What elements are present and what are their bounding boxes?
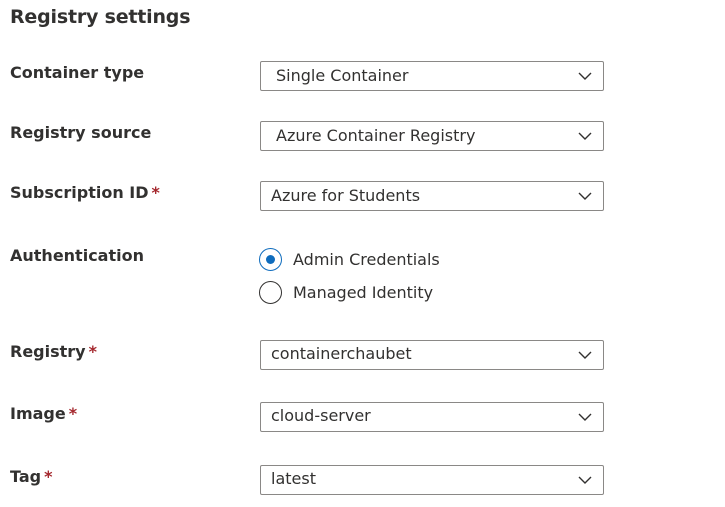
image-value: cloud-server [271,406,371,425]
image-label-text: Image [10,404,66,423]
registry-source-value: Azure Container Registry [276,126,476,145]
required-marker: * [44,467,53,486]
container-type-value: Single Container [276,66,409,85]
registry-source-label-text: Registry source [10,123,152,142]
container-type-label: Container type [10,63,144,82]
admin-credentials-label: Admin Credentials [293,250,440,269]
registry-source-dropdown[interactable]: Azure Container Registry [260,121,604,151]
required-marker: * [68,404,78,423]
registry-dropdown[interactable]: containerchaubet [260,340,604,370]
managed-identity-label: Managed Identity [293,283,434,302]
radio-checked-icon[interactable] [259,248,282,271]
image-label: Image * [10,404,77,423]
image-dropdown[interactable]: cloud-server [260,402,604,432]
chevron-down-icon [578,192,592,200]
chevron-down-icon [578,351,592,359]
tag-dropdown[interactable]: latest [260,465,604,495]
registry-source-label: Registry source [10,123,151,142]
authentication-label: Authentication [10,246,144,265]
section-title: Registry settings [10,6,191,28]
chevron-down-icon [578,413,592,421]
tag-value: latest [271,469,316,488]
chevron-down-icon [578,476,592,484]
required-marker: * [151,183,160,202]
registry-label: Registry * [10,342,97,361]
required-marker: * [88,342,97,361]
chevron-down-icon [578,132,592,140]
tag-label: Tag * [10,467,52,486]
auth-option-managed-identity[interactable]: Managed Identity [259,281,459,307]
auth-option-admin-credentials[interactable]: Admin Credentials [259,248,459,274]
container-type-dropdown[interactable]: Single Container [260,61,604,91]
registry-value: containerchaubet [271,344,412,363]
radio-unchecked-icon[interactable] [259,281,282,304]
registry-label-text: Registry [10,342,86,361]
chevron-down-icon [578,72,592,80]
subscription-id-value: Azure for Students [271,186,421,205]
tag-label-text: Tag [10,467,42,486]
subscription-id-label-text: Subscription ID [10,183,149,202]
subscription-id-label: Subscription ID * [10,183,160,202]
radio-dot [265,254,275,264]
subscription-id-dropdown[interactable]: Azure for Students [260,181,604,211]
container-type-label-text: Container type [10,63,145,82]
authentication-label-text: Authentication [10,246,144,265]
